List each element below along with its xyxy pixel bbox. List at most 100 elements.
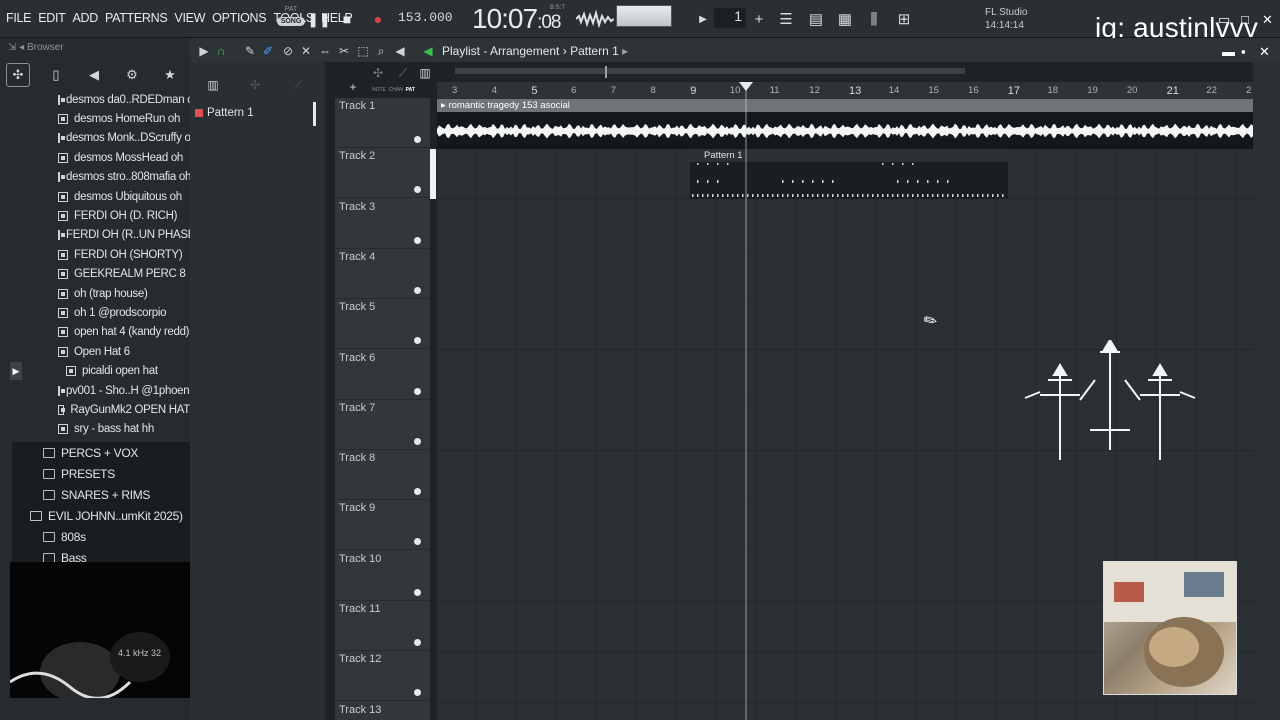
pat-song-switch[interactable]: PAT SONG [277, 6, 305, 32]
playlist-close-icon[interactable]: ✕ [1259, 44, 1270, 60]
expand-arrow-icon[interactable]: ▶ [10, 362, 22, 380]
browser-file-item[interactable]: picaldi open hat [0, 361, 190, 380]
vertical-scroll-area[interactable] [1253, 62, 1280, 720]
menu-patterns[interactable]: PATTERNS [105, 11, 168, 25]
scroll-thumb[interactable] [605, 66, 607, 78]
browser-file-item[interactable]: GEEKREALM PERC 8 [0, 265, 190, 284]
track-name[interactable]: Track 2 [339, 150, 375, 162]
menu-edit[interactable]: EDIT [38, 11, 66, 25]
browser-file-item[interactable]: pv001 - Sho..H @1phoenixx [0, 381, 203, 400]
stop-button[interactable]: ■ [337, 9, 357, 29]
track-name[interactable]: Track 12 [339, 653, 381, 665]
track-name[interactable]: Track 8 [339, 452, 375, 464]
arrange-move-icon[interactable]: ✣ [370, 66, 386, 80]
select-tool-icon[interactable]: ⬚ [355, 44, 371, 58]
browser-folder-item[interactable]: SNARES + RIMS [12, 484, 192, 505]
pattern-clip-header[interactable]: Pattern 1 [690, 149, 1008, 162]
menu-view[interactable]: VIEW [174, 11, 205, 25]
arrange-piano-icon[interactable]: ▥ [417, 66, 433, 80]
piano-roll-icon[interactable]: ▤ [805, 8, 827, 30]
browser-file-item[interactable]: desmos Ubiquitous oh [0, 187, 190, 206]
browser-file-item[interactable]: FERDI OH (SHORTY) [0, 245, 190, 264]
picker-pattern-item[interactable]: Pattern 1 [195, 107, 254, 119]
track-mute-toggle[interactable] [414, 437, 421, 445]
browser-folder-item[interactable]: 808s [12, 526, 192, 547]
browser-file-item[interactable]: open hat 4 (kandy redd) [0, 323, 190, 342]
track-name[interactable]: Track 9 [339, 502, 375, 514]
menu-options[interactable]: OPTIONS [212, 11, 266, 25]
slice-tool-icon[interactable]: ✂ [336, 44, 352, 58]
plus-icon[interactable]: + [748, 8, 770, 30]
track-name[interactable]: Track 7 [339, 402, 375, 414]
browser-file-item[interactable]: desmos HomeRun oh [0, 109, 190, 128]
zoom-tool-icon[interactable]: ⌕ [373, 44, 389, 58]
playlist-maximize-icon[interactable]: ▪ [1241, 44, 1246, 59]
arrange-line-icon[interactable]: ⟋ [395, 66, 411, 80]
add-track-icon[interactable]: + [345, 80, 361, 94]
track-name[interactable]: Track 11 [339, 603, 381, 615]
playhead-marker[interactable] [739, 82, 753, 91]
browser-file-item[interactable]: oh 1 @prodscorpio [0, 303, 190, 322]
play-arrow-icon[interactable]: ▶ [692, 8, 714, 30]
browser-file-item[interactable]: Open Hat 6 [0, 342, 190, 361]
playlist-window-icon[interactable]: ☰ [775, 8, 797, 30]
track-mute-toggle[interactable] [414, 639, 421, 646]
brush-tool-icon[interactable]: ✐ [260, 44, 276, 58]
browser-speaker-tab-icon[interactable]: ◀ [82, 63, 106, 87]
move-icon[interactable]: ✣ [247, 78, 263, 92]
playlist-menu-arrow-icon[interactable]: ▶ [196, 44, 212, 58]
track-mute-toggle[interactable] [414, 286, 421, 294]
browser-files-tab-icon[interactable]: ▯ [44, 63, 68, 87]
browser-folder-item[interactable]: PERCS + VOX [12, 442, 192, 463]
track-name[interactable]: Track 13 [339, 704, 381, 716]
track-mute-toggle[interactable] [414, 588, 421, 596]
close-app-icon[interactable]: ✕ [1262, 12, 1273, 28]
track-name[interactable]: Track 5 [339, 301, 375, 313]
magnet-snap-icon[interactable]: ∩ [213, 44, 229, 58]
track-name[interactable]: Track 3 [339, 201, 375, 213]
pencil-tool-icon[interactable]: ✎ [242, 44, 258, 58]
channel-rack-icon[interactable]: ▦ [834, 8, 856, 30]
slip-tool-icon[interactable]: ⇔ [317, 44, 333, 58]
pattern-selector[interactable]: 1 [714, 8, 746, 28]
pause-button[interactable]: ❚❚ [307, 9, 330, 29]
browser-file-item[interactable]: sry - bass hat hh [0, 420, 190, 439]
mixer-icon[interactable]: ⫼ [863, 8, 885, 30]
audio-clip-header[interactable]: ▸ romantic tragedy 153 asocial [437, 99, 1253, 112]
picker-scrollbar[interactable] [313, 102, 316, 126]
track-mute-toggle[interactable] [414, 136, 421, 143]
playback-tool-icon[interactable]: ◀ [392, 44, 408, 58]
minimize-icon[interactable]: ▭ [1218, 12, 1230, 28]
playlist-pattern-arrow-icon[interactable]: ▸ [622, 44, 628, 58]
tempo-display[interactable]: 153.000 [398, 10, 453, 25]
track-name[interactable]: Track 1 [339, 100, 375, 112]
browser-folder-item[interactable]: EVIL JOHNN..umKit 2025) [12, 505, 192, 526]
horizontal-scrollbar[interactable] [455, 68, 965, 74]
piano-keys-icon[interactable]: ▥ [205, 78, 221, 92]
browser-favorites-tab-icon[interactable]: ★ [158, 63, 182, 87]
menu-add[interactable]: ADD [72, 11, 98, 25]
playlist-play-icon[interactable]: ◀ [420, 44, 436, 58]
browser-plugin-tab-icon[interactable]: ⚙ [120, 63, 144, 87]
browser-file-item[interactable]: desmos stro..808mafia oh [0, 168, 191, 187]
track-name[interactable]: Track 6 [339, 352, 375, 364]
track-mute-toggle[interactable] [414, 387, 421, 395]
browser-folder-item[interactable]: PRESETS [12, 463, 192, 484]
delete-tool-icon[interactable]: ⊘ [280, 44, 296, 58]
restore-icon[interactable]: □ [1241, 12, 1249, 27]
browser-file-item[interactable]: RayGunMk2 OPEN HAT [0, 400, 190, 419]
browser-file-item[interactable]: desmos da0..RDEDman oh [0, 90, 200, 109]
browser-file-item[interactable]: oh (trap house) [0, 284, 190, 303]
menu-file[interactable]: FILE [6, 11, 32, 25]
browser-file-item[interactable]: FERDI OH (D. RICH) [0, 206, 190, 225]
record-button[interactable]: ● [368, 9, 388, 29]
track-mute-toggle[interactable] [414, 236, 421, 244]
line-icon[interactable]: ⟋ [290, 78, 306, 92]
browser-file-item[interactable]: desmos MossHead oh [0, 148, 190, 167]
mute-tool-icon[interactable]: ✕ [298, 44, 314, 58]
playlist-minimize-icon[interactable]: ▬ [1222, 44, 1235, 59]
track-name[interactable]: Track 4 [339, 251, 375, 263]
browser-file-item[interactable]: desmos Monk..DScruffy oh [0, 129, 197, 148]
track-name[interactable]: Track 10 [339, 553, 381, 565]
plugin-icon[interactable]: ⊞ [893, 8, 915, 30]
